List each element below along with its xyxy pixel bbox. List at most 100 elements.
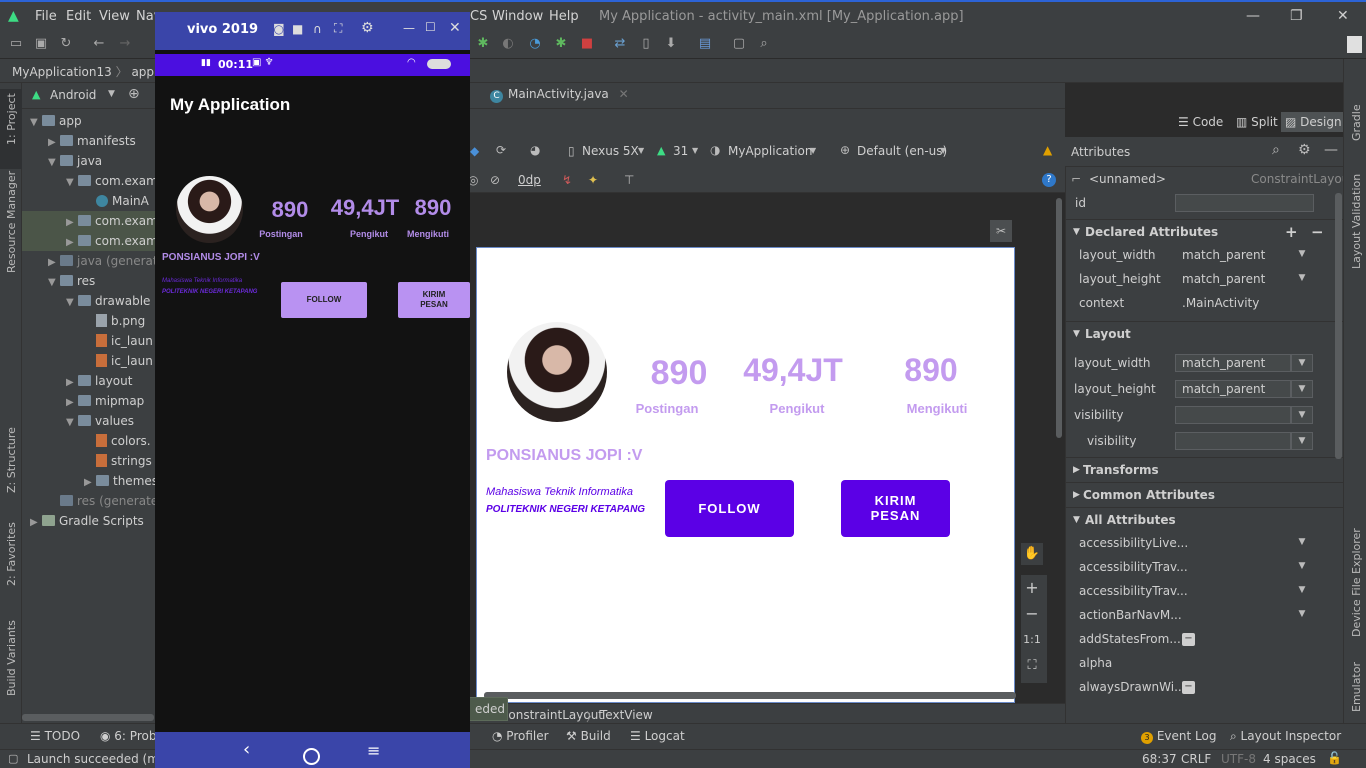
add-attribute-icon[interactable]: + [1285,220,1298,244]
zoom-fit-icon[interactable]: ⛶ [1021,655,1043,677]
emulator-tool-label[interactable]: Emulator [1350,662,1363,712]
gear-icon[interactable]: ⚙ [1298,142,1311,158]
gradle-tool-label[interactable]: Gradle [1350,104,1363,141]
attribute-value[interactable]: .MainActivity [1182,291,1259,315]
build-tool-button[interactable]: ⚒ Build [566,729,611,743]
chevron-right-icon[interactable]: ▶ [48,133,60,153]
restore-icon[interactable]: ❐ [1290,8,1303,24]
pan-settings-icon[interactable]: ✂ [990,220,1012,242]
zoom-in-icon[interactable]: + [1021,577,1043,599]
menu-window[interactable]: Window [492,9,543,24]
chevron-down-icon[interactable]: ▼ [66,293,78,313]
project-structure-icon[interactable]: ▤ [697,36,713,52]
chevron-down-icon[interactable]: ▼ [1291,582,1313,600]
attribute-value-field[interactable] [1175,432,1291,450]
theme-selector[interactable]: MyApplication [728,144,813,158]
attribute-value-field[interactable] [1175,406,1291,424]
menu-file[interactable]: File [35,9,57,24]
chevron-down-icon[interactable]: ▼ [1291,534,1313,552]
code-mode-button[interactable]: ☰ Code [1178,115,1223,129]
layout-inspector-tool-button[interactable]: ⌕ Layout Inspector [1230,729,1341,744]
phone-send-message-button[interactable]: KIRIM PESAN [398,282,470,318]
transforms-section-header[interactable]: ▶ Transforms [1065,457,1343,481]
zoom-out-icon[interactable]: − [1021,603,1043,625]
chevron-down-icon[interactable]: ▼ [1291,380,1313,398]
canvas-horizontal-scrollbar[interactable] [484,692,1016,699]
problems-tool-button[interactable]: ◉ 6: Probl [100,729,160,743]
settings-icon[interactable]: ⚙ [361,20,374,36]
chevron-down-icon[interactable]: ▼ [66,413,78,433]
profile-icon[interactable]: ◔ [527,36,543,52]
status-message[interactable]: Launch succeeded (mor [27,752,171,766]
locate-icon[interactable]: ⊕ [128,86,140,102]
debug-icon[interactable]: ✱ [475,36,491,52]
checkbox[interactable]: − [1182,681,1195,694]
event-log-tool-button[interactable]: 3 Event Log [1141,729,1216,744]
apply-changes-icon[interactable]: ✱ [553,36,569,52]
api-selector[interactable]: 31 [673,144,688,158]
line-separator[interactable]: CRLF [1181,752,1211,766]
chevron-right-icon[interactable]: ▶ [66,213,78,233]
open-folder-icon[interactable]: ▭ [8,36,24,52]
chevron-right-icon[interactable]: ▶ [66,373,78,393]
chevron-down-icon[interactable]: ▼ [1291,246,1313,264]
fullscreen-icon[interactable]: ⛶ [334,21,342,36]
back-nav-icon[interactable]: ‹ [243,739,250,760]
attribute-value[interactable]: match_parent [1182,267,1265,291]
chevron-down-icon[interactable]: ▼ [48,273,60,293]
project-tool-label[interactable]: 1: Project [5,93,18,145]
home-nav-icon[interactable] [303,748,320,765]
emulator-maximize-icon[interactable]: ☐ [425,20,436,34]
minimize-icon[interactable]: — [1246,8,1260,24]
cursor-position[interactable]: 68:37 [1142,752,1177,766]
checkbox[interactable]: − [1182,633,1195,646]
chevron-right-icon[interactable]: ▶ [66,233,78,253]
warning-icon[interactable]: ▲ [1043,143,1052,157]
favorites-tool-label[interactable]: 2: Favorites [5,522,18,586]
remove-attribute-icon[interactable]: − [1311,220,1324,244]
zoom-actual-size-button[interactable]: 1:1 [1021,629,1043,651]
layout-preview[interactable]: 890 49,4JT 890 Postingan Pengikut Mengik… [476,247,1015,703]
attribute-value-field[interactable]: match_parent [1175,354,1291,372]
search-everywhere-icon[interactable]: ⌕ [756,36,772,52]
select-design-surface-icon[interactable]: ◆ [470,144,479,158]
chevron-down-icon[interactable]: ▼ [48,153,60,173]
project-view-selector[interactable]: Android [50,88,96,102]
headset-icon[interactable]: ∩ [313,22,322,36]
attributes-scrollbar[interactable] [1335,193,1342,459]
send-message-button[interactable]: KIRIM PESAN [841,480,950,537]
breadcrumb-project[interactable]: MyApplication13 [12,65,112,79]
chevron-right-icon[interactable]: ▶ [30,513,42,533]
forward-icon[interactable]: → [117,36,133,52]
emulator-window[interactable]: vivo 2019 ◙ ■ ∩ ⛶ ⚙ — ☐ ✕ ▮▮ 00:11 ▣ ♆ ◠… [155,12,470,768]
todo-tool-button[interactable]: ☰ TODO [30,729,80,743]
follow-button[interactable]: FOLLOW [665,480,794,537]
build-variants-tool-label[interactable]: Build Variants [5,620,18,696]
menu-edit[interactable]: Edit [66,9,91,24]
device-manager-icon[interactable]: ▯ [638,36,654,52]
close-icon[interactable]: ✕ [1337,8,1349,24]
locale-selector[interactable]: Default (en-us) [857,144,947,158]
chevron-down-icon[interactable]: ▼ [108,89,115,99]
sync-icon[interactable]: ↻ [58,36,74,52]
default-margin-field[interactable]: 0dp [518,173,541,187]
logcat-tool-button[interactable]: ☰ Logcat [630,729,685,743]
menu-view[interactable]: View [99,9,130,24]
chevron-right-icon[interactable]: ▶ [66,393,78,413]
profiler-tool-button[interactable]: ◔ Profiler [492,729,549,743]
chevron-down-icon[interactable]: ▼ [1291,406,1313,424]
attribute-value[interactable]: match_parent [1182,243,1265,267]
terminal-icon[interactable]: ▢ [731,36,747,52]
id-field[interactable] [1175,194,1314,212]
attach-debugger-icon[interactable]: ◐ [500,36,516,52]
declared-attributes-header[interactable]: ▼ Declared Attributes + − [1065,219,1343,243]
chevron-down-icon[interactable]: ▼ [1291,432,1313,450]
indent-setting[interactable]: 4 spaces [1263,752,1316,766]
breadcrumb-textview[interactable]: TextView [600,708,653,722]
save-icon[interactable]: ▣ [33,36,49,52]
stop-icon[interactable]: ■ [579,36,595,52]
infer-constraints-icon[interactable]: ✦ [588,173,598,187]
clear-constraints-icon[interactable]: ↯ [562,173,572,187]
device-file-explorer-tool-label[interactable]: Device File Explorer [1350,528,1363,637]
search-icon[interactable]: ⌕ [1272,142,1280,158]
